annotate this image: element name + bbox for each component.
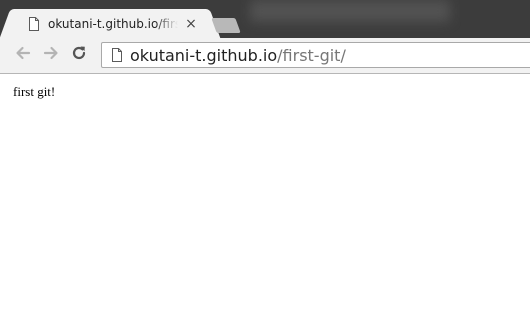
document-icon bbox=[26, 16, 42, 32]
forward-button[interactable] bbox=[41, 45, 61, 65]
page-body-text: first git! bbox=[13, 84, 56, 99]
browser-title-bar: okutani-t.github.io/first-git/ × bbox=[0, 0, 530, 38]
close-tab-icon[interactable]: × bbox=[184, 17, 198, 31]
browser-toolbar: okutani-t.github.io/first-git/ bbox=[0, 38, 530, 74]
address-bar[interactable]: okutani-t.github.io/first-git/ bbox=[101, 42, 530, 68]
arrow-left-icon bbox=[14, 44, 32, 66]
new-tab-button[interactable] bbox=[211, 18, 241, 33]
page-content: first git! bbox=[0, 74, 530, 336]
url-path: /first-git/ bbox=[277, 46, 346, 65]
back-button[interactable] bbox=[13, 45, 33, 65]
document-icon bbox=[109, 47, 125, 63]
reload-icon bbox=[70, 44, 88, 66]
arrow-right-icon bbox=[42, 44, 60, 66]
title-bar-blur bbox=[250, 0, 450, 22]
browser-tab[interactable]: okutani-t.github.io/first-git/ × bbox=[12, 9, 208, 38]
url-host: okutani-t.github.io bbox=[130, 46, 278, 65]
reload-button[interactable] bbox=[69, 45, 89, 65]
tab-title: okutani-t.github.io/first-git/ bbox=[48, 16, 178, 31]
url-text: okutani-t.github.io/first-git/ bbox=[130, 46, 346, 65]
